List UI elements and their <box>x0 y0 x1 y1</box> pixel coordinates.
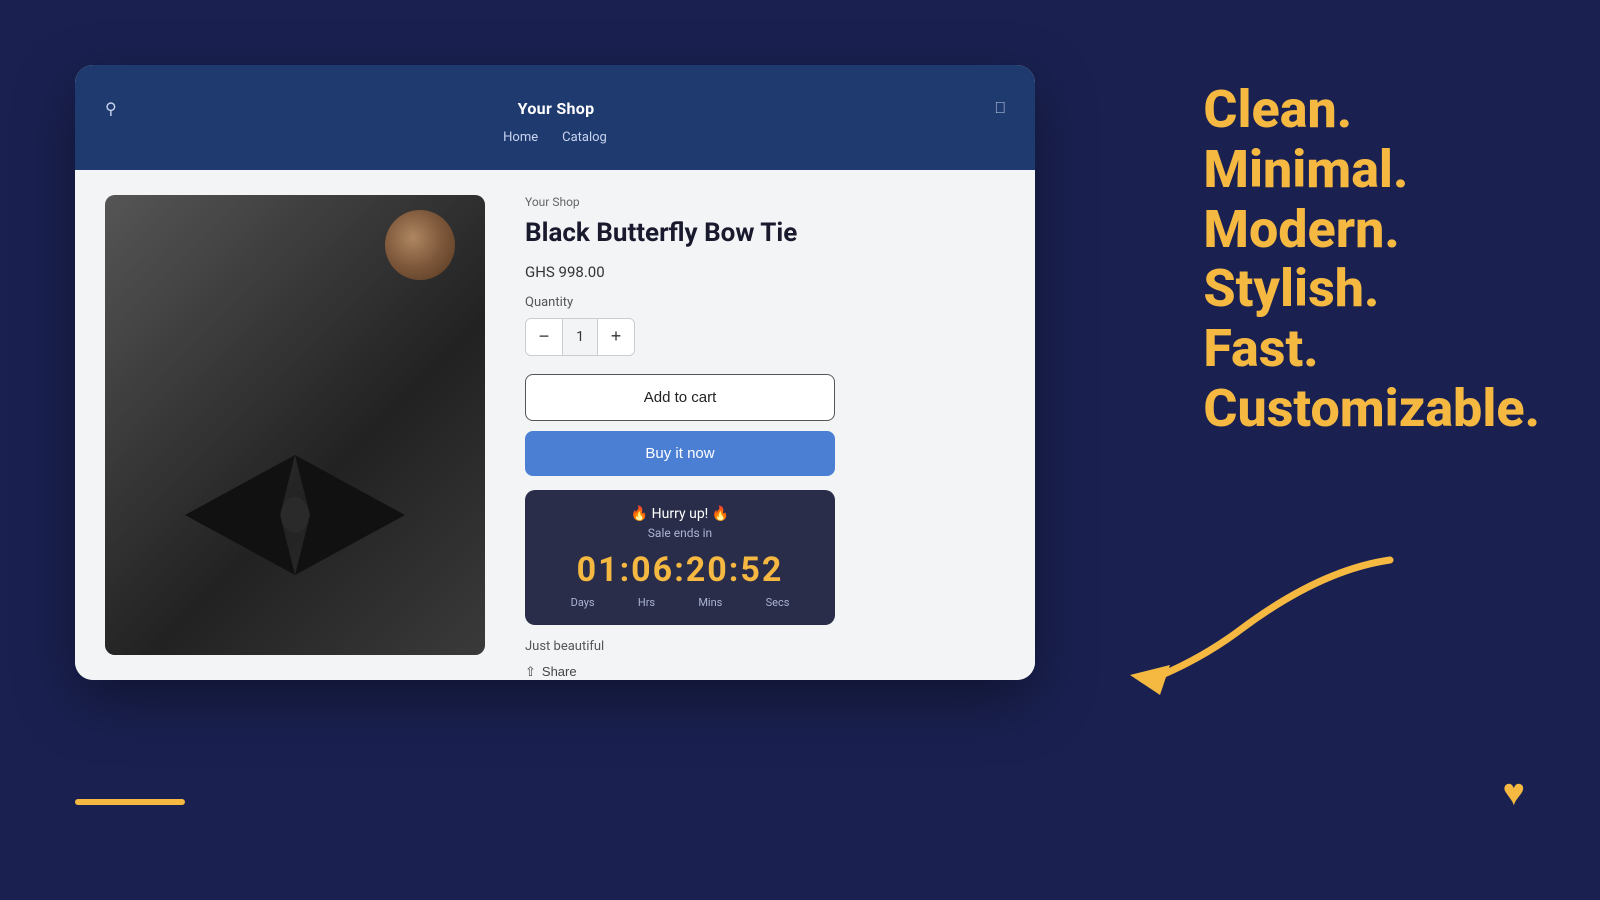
countdown-box: 🔥 Hurry up! 🔥 Sale ends in 01:06:20:52 D… <box>525 490 835 625</box>
bow-tie-image <box>185 455 405 575</box>
product-image-container <box>105 195 485 655</box>
wicker-ball-decoration <box>385 210 455 280</box>
countdown-labels: Days Hrs Mins Secs <box>539 596 821 609</box>
countdown-days-label: Days <box>571 596 595 609</box>
product-page: Your Shop Black Butterfly Bow Tie GHS 99… <box>75 170 1035 680</box>
countdown-hurry: 🔥 Hurry up! 🔥 <box>539 506 821 522</box>
share-label: Share <box>542 664 577 679</box>
quantity-label: Quantity <box>525 295 1005 310</box>
product-price: GHS 998.00 <box>525 263 1005 281</box>
tagline-line-2: Minimal. <box>1203 140 1540 200</box>
product-name: Black Butterfly Bow Tie <box>525 217 1005 251</box>
countdown-mins-label: Mins <box>698 596 722 609</box>
quantity-control: − 1 + <box>525 318 635 356</box>
shop-title: Your Shop <box>518 99 595 118</box>
tagline: Clean. Minimal. Modern. Stylish. Fast. C… <box>1203 80 1540 439</box>
product-description: Just beautiful <box>525 639 1005 654</box>
browser-nav: ⚲ Your Shop ⎕ Home Catalog <box>75 65 1035 170</box>
search-icon[interactable]: ⚲ <box>105 99 117 118</box>
browser-mockup: ⚲ Your Shop ⎕ Home Catalog <box>75 65 1035 680</box>
cart-icon[interactable]: ⎕ <box>995 98 1005 118</box>
arrow-svg <box>1120 550 1400 700</box>
product-image <box>105 195 485 655</box>
share-icon: ⇧ <box>525 664 536 680</box>
tagline-line-6: Customizable. <box>1203 379 1540 439</box>
tagline-line-4: Stylish. <box>1203 259 1540 319</box>
countdown-time: 01:06:20:52 <box>539 550 821 590</box>
tagline-line-5: Fast. <box>1203 319 1540 379</box>
tagline-line-3: Modern. <box>1203 200 1540 260</box>
tagline-line-1: Clean. <box>1203 80 1540 140</box>
nav-top: ⚲ Your Shop ⎕ <box>95 90 1015 126</box>
heart-icon: ♥ <box>1502 771 1525 815</box>
countdown-subtitle: Sale ends in <box>539 526 821 540</box>
product-details: Your Shop Black Butterfly Bow Tie GHS 99… <box>515 170 1035 680</box>
product-breadcrumb: Your Shop <box>525 195 1005 209</box>
countdown-secs-label: Secs <box>766 596 790 609</box>
quantity-increase-button[interactable]: + <box>598 319 634 355</box>
quantity-value: 1 <box>562 319 598 355</box>
arrow-container <box>1120 550 1400 700</box>
nav-catalog[interactable]: Catalog <box>562 130 607 145</box>
nav-links: Home Catalog <box>503 130 607 145</box>
countdown-hrs-label: Hrs <box>638 596 655 609</box>
share-button[interactable]: ⇧ Share <box>525 664 577 680</box>
quantity-decrease-button[interactable]: − <box>526 319 562 355</box>
nav-home[interactable]: Home <box>503 130 538 145</box>
add-to-cart-button[interactable]: Add to cart <box>525 374 835 421</box>
buy-it-now-button[interactable]: Buy it now <box>525 431 835 476</box>
bottom-bar-decoration <box>75 799 185 805</box>
